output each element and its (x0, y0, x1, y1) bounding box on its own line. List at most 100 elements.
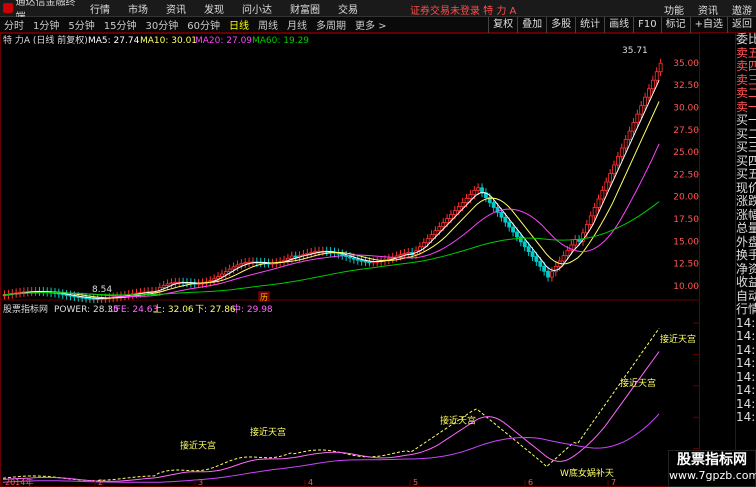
period-tab[interactable]: 5分钟 (68, 17, 94, 32)
quote-panel-item: 净资 (736, 261, 756, 276)
quote-panel-item: 卖二 (736, 86, 756, 100)
period-tab[interactable]: 月线 (287, 17, 307, 32)
period-tab[interactable]: 更多 > (355, 17, 387, 32)
y-tick-label: 12.50 (673, 260, 699, 270)
candle-body (289, 255, 294, 259)
candle-body (421, 242, 426, 248)
x-axis-label: 2014年 (5, 477, 33, 487)
candle-body (631, 122, 636, 132)
watermark-url: www.7gpzb.com (669, 469, 756, 482)
quote-panel-item: 自动 (736, 288, 756, 303)
lower-label: 下: 27.86 (195, 305, 236, 315)
candle-body (643, 96, 647, 107)
candle-body (542, 265, 547, 272)
x-axis-label: 4 (308, 478, 313, 487)
site-watermark: 股票指标网 www.7gpzb.com (668, 450, 756, 487)
period-tab[interactable]: 多周期 (316, 17, 346, 32)
candle-body (223, 271, 228, 275)
signal-label: 接近天宫 (250, 426, 286, 438)
menu-item-ask[interactable]: 问小达 (242, 1, 272, 16)
candle-body (650, 79, 655, 90)
quote-panel-item: 14:50 (736, 315, 756, 330)
candle-body (530, 251, 535, 257)
candle-body (352, 257, 356, 260)
candle-body (468, 194, 473, 199)
quote-panel-item: 14:50 (736, 342, 756, 357)
chart-tool-button[interactable]: +自选 (689, 17, 727, 33)
chart-tool-button[interactable]: 返回 (727, 17, 756, 33)
candle-body (627, 130, 632, 140)
quote-panel-item: 行情 (736, 302, 756, 316)
candle-body (538, 261, 543, 267)
candle-body (309, 251, 314, 254)
candle-body (394, 255, 399, 258)
candle-body (592, 207, 597, 217)
quote-panel-item: 现价 (736, 180, 756, 195)
candle-body (165, 283, 170, 286)
ma20-line (2, 143, 660, 298)
candle-body (635, 113, 640, 124)
candle-body (441, 222, 446, 228)
signal-label-bottom: W底女娲补天 (560, 467, 614, 479)
app-logo-icon (3, 3, 13, 13)
trade-login-notice[interactable]: 证券交易未登录 特 力 A (410, 2, 516, 17)
period-tab[interactable]: 15分钟 (104, 17, 137, 32)
candle-body (437, 226, 442, 232)
y-tick-label: 22.50 (673, 170, 699, 180)
menu-item-news[interactable]: 资讯 (166, 1, 186, 16)
menu-item-function[interactable]: 功能 (664, 2, 684, 17)
period-tab[interactable]: 30分钟 (145, 17, 178, 32)
candle-body (429, 234, 434, 240)
menu-item-market[interactable]: 市场 (128, 1, 148, 16)
chart-tool-button[interactable]: 标记 (660, 17, 690, 33)
life-label: LIFE: 24.63 (108, 305, 158, 315)
menu-item-discover[interactable]: 发现 (204, 1, 224, 16)
period-tab[interactable]: 1分钟 (33, 17, 59, 32)
event-marker-label: 历 (260, 293, 268, 302)
candle-body (600, 190, 605, 200)
x-axis-label: 3 (198, 478, 203, 487)
candle-body (460, 202, 465, 207)
candle-body (518, 236, 523, 243)
quote-panel-item: 买五 (736, 167, 756, 181)
quote-panel-item: 14:50 (736, 396, 756, 411)
candle-body (348, 256, 352, 259)
chart-tool-button[interactable]: 复权 (488, 17, 517, 33)
chart-tool-button[interactable]: 多股 (546, 17, 575, 33)
candle-body (584, 223, 589, 234)
candle-body (173, 281, 178, 284)
chart-tool-button[interactable]: 统计 (575, 17, 604, 33)
period-tab[interactable]: 周线 (258, 17, 278, 32)
chart-tool-button[interactable]: 叠加 (517, 17, 546, 33)
kline-chart[interactable]: 特 力A (日线 前复权) MA5: 27.74 MA10: 30.01MA20: … (0, 33, 735, 487)
quote-panel-item: 买三 (736, 140, 756, 154)
main-panel-title: 特 力A (日线 前复权) (3, 34, 88, 46)
menu-item-quotes[interactable]: 行情 (90, 1, 110, 16)
ma5-label: MA5: 27.74 (88, 36, 140, 46)
candle-body (639, 105, 644, 115)
period-tab[interactable]: 分时 (4, 17, 24, 32)
ma60-label: MA60: 19.29 (252, 36, 309, 46)
quote-side-panel: 委比 卖五 卖四 卖三 卖二 卖一 买一 买二 买三 买四 买五 现价 涨跌 涨幅 总量 外盘 换手 净资 收益 自动… (735, 32, 756, 487)
quote-panel-item: 14:50 (736, 356, 756, 370)
quote-panel-item: 涨幅 (736, 207, 756, 222)
chart-tool-button[interactable]: F10 (633, 17, 660, 33)
quote-panel-item: 涨跌 (736, 194, 756, 208)
period-tab[interactable]: 60分钟 (187, 17, 220, 32)
candle-body (588, 215, 593, 225)
candle-body (515, 231, 519, 238)
upper-label: 上: 32.06 (153, 304, 194, 315)
menu-item-info[interactable]: 资讯 (698, 2, 718, 17)
period-tab[interactable]: 日线 (229, 17, 249, 32)
chart-area[interactable]: 特 力A (日线 前复权) MA5: 27.74 MA10: 30.01 MA20: … (0, 33, 735, 487)
chart-tool-button[interactable]: 画线 (604, 17, 633, 33)
x-axis-label: 2 (98, 478, 103, 487)
ma20-label: MA20: 27.09 (195, 36, 252, 46)
menu-item-wealth[interactable]: 财富圈 (290, 1, 320, 16)
menu-item-guest[interactable]: 遨游 (732, 2, 752, 17)
quote-panel-item: 换手 (736, 248, 756, 262)
menu-item-trade[interactable]: 交易 (338, 1, 358, 16)
candle-body (658, 62, 663, 73)
quote-panel-item: 委比 (736, 32, 756, 46)
candle-body (480, 187, 484, 194)
